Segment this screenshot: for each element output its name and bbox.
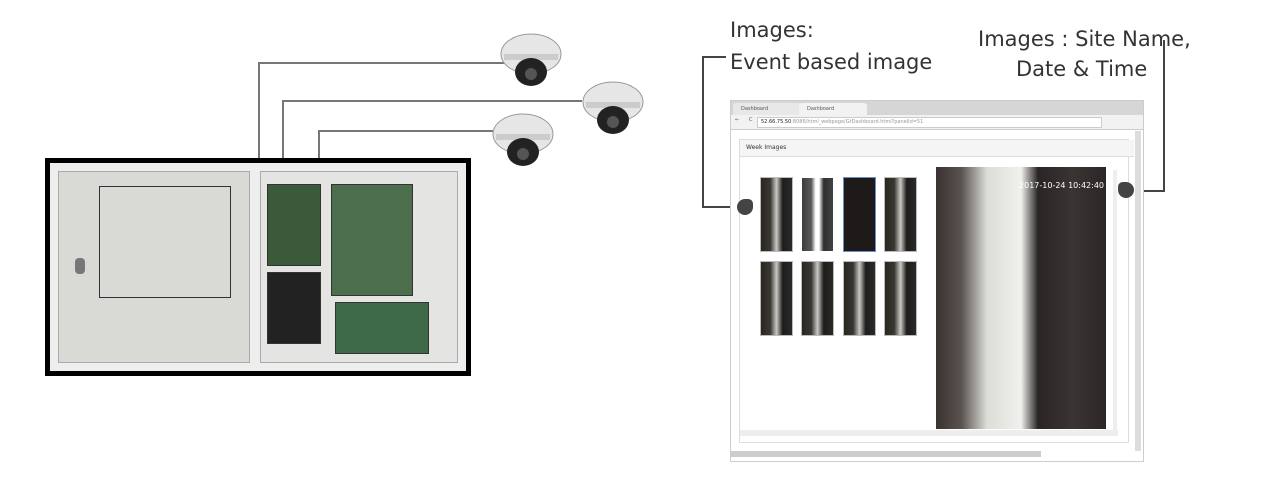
io-board bbox=[335, 302, 429, 354]
scrollbar[interactable] bbox=[1113, 170, 1117, 430]
event-thumbnail[interactable] bbox=[884, 261, 917, 336]
cabinet-interior bbox=[260, 171, 458, 363]
url-host: 52.66.75.50 bbox=[761, 119, 792, 125]
dome-camera bbox=[582, 80, 644, 136]
annotation-left-title: Images: bbox=[730, 18, 814, 42]
event-thumbnail[interactable] bbox=[760, 261, 793, 336]
power-supply bbox=[267, 272, 321, 344]
annotation-right-line1: Images : Site Name, bbox=[978, 27, 1191, 51]
dashboard-screenshot: Dashboard Dashboard ← C 52.66.75.50:8086… bbox=[730, 100, 1144, 462]
page-horizontal-scrollbar[interactable] bbox=[731, 451, 1041, 457]
connector bbox=[702, 56, 704, 208]
event-thumbnail[interactable] bbox=[801, 177, 834, 252]
dome-camera bbox=[492, 112, 554, 168]
reload-icon[interactable]: C bbox=[749, 117, 753, 123]
annotation-left-sub: Event based image bbox=[730, 50, 933, 74]
cable bbox=[258, 62, 508, 64]
power-board bbox=[267, 184, 321, 266]
horizontal-scrollbar[interactable] bbox=[740, 430, 1118, 436]
image-timestamp: 2017-10-24 10:42:40 bbox=[1019, 181, 1104, 190]
cable bbox=[318, 130, 498, 132]
tab-dashboard-active[interactable]: Dashboard bbox=[799, 103, 867, 115]
cabinet-door bbox=[58, 171, 250, 363]
annotation-right-line2: Date & Time bbox=[1016, 57, 1148, 81]
event-thumbnail[interactable] bbox=[760, 177, 793, 252]
page-scrollbar[interactable] bbox=[1135, 131, 1141, 451]
wiring-diagram bbox=[99, 186, 231, 298]
lock-icon bbox=[75, 258, 85, 274]
event-thumbnail[interactable] bbox=[801, 261, 834, 336]
cable bbox=[282, 100, 582, 102]
pointer-dot bbox=[1118, 182, 1134, 198]
pointer-dot bbox=[737, 199, 753, 215]
url-field[interactable]: 52.66.75.50:8086/html_webpage/GtDashboar… bbox=[757, 117, 1102, 128]
event-thumbnail[interactable] bbox=[843, 261, 876, 336]
connector bbox=[702, 56, 726, 58]
controller-board bbox=[331, 184, 413, 296]
tab-dashboard[interactable]: Dashboard bbox=[733, 103, 801, 115]
access-control-panel bbox=[45, 158, 471, 376]
address-bar: ← C 52.66.75.50:8086/html_webpage/GtDash… bbox=[731, 115, 1143, 130]
cable bbox=[318, 130, 320, 160]
dome-camera bbox=[500, 32, 562, 88]
cable bbox=[258, 62, 260, 160]
selected-event-image: 2017-10-24 10:42:40 bbox=[936, 167, 1106, 429]
back-icon[interactable]: ← bbox=[735, 117, 739, 123]
event-thumbnail[interactable] bbox=[884, 177, 917, 252]
event-thumbnail[interactable] bbox=[843, 177, 876, 252]
panel-title: Week Images bbox=[740, 140, 1134, 157]
tab-bar: Dashboard Dashboard bbox=[731, 101, 1143, 115]
cable bbox=[282, 100, 284, 160]
url-path: :8086/html_webpage/GtDashboard.html?pane… bbox=[791, 119, 924, 125]
connector bbox=[1163, 40, 1165, 192]
